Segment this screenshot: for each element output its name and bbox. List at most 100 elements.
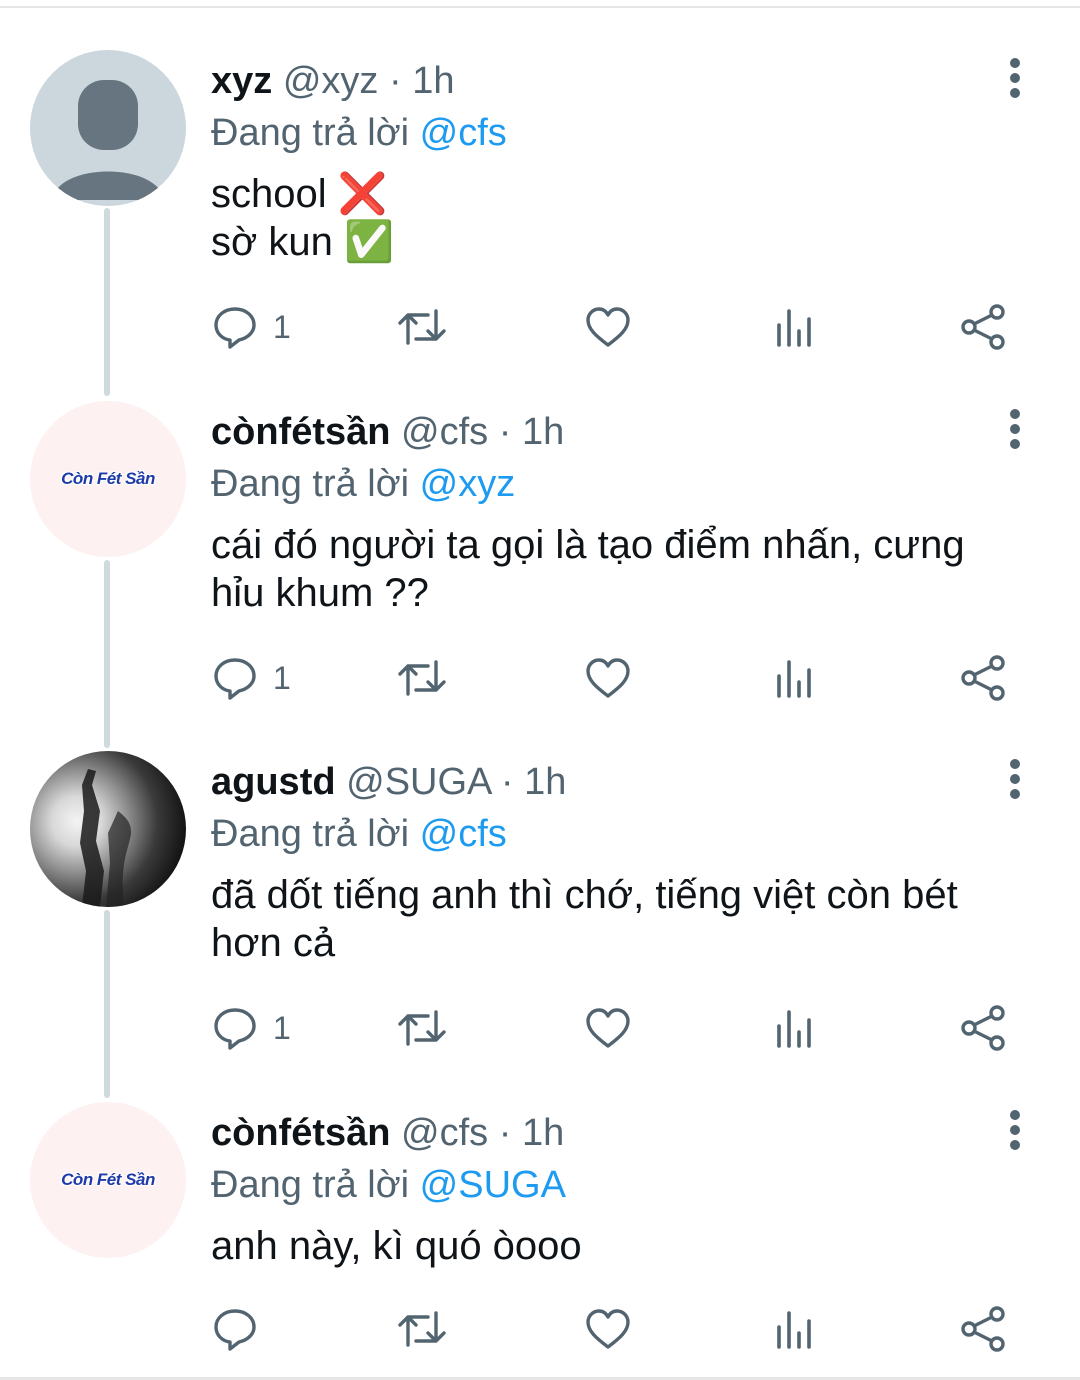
separator-dot: · xyxy=(498,411,512,453)
share-button[interactable] xyxy=(959,653,1007,703)
reply-icon xyxy=(214,307,256,349)
tweet-header: cònfétsần @cfs · 1h xyxy=(211,1110,564,1156)
reply-button[interactable]: 1 xyxy=(211,302,291,352)
action-bar: 1 xyxy=(211,1003,1011,1053)
analytics-button[interactable] xyxy=(773,302,817,352)
separator-dot: · xyxy=(500,761,514,803)
retweet-button[interactable] xyxy=(396,1003,448,1053)
separator-dot: · xyxy=(498,1112,512,1154)
tweet-text-line: hơn cả xyxy=(211,921,336,965)
share-icon xyxy=(961,304,1005,350)
tweet-text-line: cái đó người ta gọi là tạo điểm nhấn, cư… xyxy=(211,523,965,567)
tweet-text-line: school ❌ xyxy=(211,172,388,216)
reply-count: 1 xyxy=(273,1009,291,1046)
replying-prefix: Đang trả lời xyxy=(211,1164,410,1206)
more-options-icon[interactable] xyxy=(1000,1110,1030,1150)
like-button[interactable] xyxy=(584,302,632,352)
analytics-button[interactable] xyxy=(773,1304,817,1354)
person-silhouette-icon xyxy=(80,769,132,907)
avatar[interactable]: Còn Fét Sần xyxy=(30,401,186,557)
like-icon xyxy=(586,1309,630,1349)
tweet[interactable]: Còn Fét Sần cònfétsần @cfs · 1h Đang trả… xyxy=(0,401,1080,731)
reply-icon xyxy=(214,1008,256,1050)
reply-button[interactable]: 1 xyxy=(211,1003,291,1053)
retweet-button[interactable] xyxy=(396,302,448,352)
mention-link[interactable]: @cfs xyxy=(420,813,507,855)
avatar-logo-text: Còn Fét Sần xyxy=(61,1170,155,1189)
action-bar: 1 xyxy=(211,653,1011,703)
analytics-icon xyxy=(777,1311,811,1349)
analytics-button[interactable] xyxy=(773,1003,817,1053)
tweet-text: anh này, kì quó òooo xyxy=(211,1222,1011,1270)
share-icon xyxy=(961,1306,1005,1352)
like-icon xyxy=(586,1008,630,1048)
replying-prefix: Đang trả lời xyxy=(211,813,410,855)
timestamp[interactable]: 1h xyxy=(412,60,454,102)
replying-prefix: Đang trả lời xyxy=(211,112,410,154)
tweet-text: cái đó người ta gọi là tạo điểm nhấn, cư… xyxy=(211,521,1011,617)
timestamp[interactable]: 1h xyxy=(522,1112,564,1154)
like-icon xyxy=(586,658,630,698)
display-name[interactable]: agustd xyxy=(211,761,336,803)
share-icon xyxy=(961,1005,1005,1051)
reply-button[interactable]: 1 xyxy=(211,653,291,703)
share-button[interactable] xyxy=(959,1304,1007,1354)
share-icon xyxy=(961,655,1005,701)
analytics-icon xyxy=(777,309,811,347)
retweet-icon xyxy=(398,1311,446,1347)
replying-prefix: Đang trả lời xyxy=(211,463,410,505)
tweet-header: agustd @SUGA · 1h xyxy=(211,759,566,805)
avatar[interactable] xyxy=(30,751,186,907)
timestamp[interactable]: 1h xyxy=(522,411,564,453)
reply-button[interactable] xyxy=(211,1304,273,1354)
tweet-text-line: sờ kun ✅ xyxy=(211,220,394,264)
tweet-text-line: anh này, kì quó òooo xyxy=(211,1224,582,1268)
replying-to: Đang trả lời @SUGA xyxy=(211,1162,566,1208)
mention-link[interactable]: @xyz xyxy=(420,463,516,505)
display-name[interactable]: cònfétsần xyxy=(211,411,390,453)
mention-link[interactable]: @SUGA xyxy=(420,1164,566,1206)
analytics-icon xyxy=(777,1010,811,1048)
tweet-text-line: đã dốt tiếng anh thì chớ, tiếng việt còn… xyxy=(211,873,958,917)
replying-to: Đang trả lời @cfs xyxy=(211,811,507,857)
timestamp[interactable]: 1h xyxy=(524,761,566,803)
share-button[interactable] xyxy=(959,1003,1007,1053)
avatar[interactable] xyxy=(30,50,186,206)
retweet-icon xyxy=(398,309,446,345)
more-options-icon[interactable] xyxy=(1000,409,1030,449)
like-icon xyxy=(586,307,630,347)
tweet-header: xyz @xyz · 1h xyxy=(211,58,454,104)
like-button[interactable] xyxy=(584,653,632,703)
reply-icon xyxy=(214,1309,256,1351)
display-name[interactable]: xyz xyxy=(211,60,272,102)
default-avatar-icon xyxy=(52,80,164,200)
tweet-header: cònfétsần @cfs · 1h xyxy=(211,409,564,455)
tweet[interactable]: agustd @SUGA · 1h Đang trả lời @cfs đã d… xyxy=(0,751,1080,1081)
display-name[interactable]: cònfétsần xyxy=(211,1112,390,1154)
retweet-icon xyxy=(398,1010,446,1046)
user-handle[interactable]: @SUGA xyxy=(346,761,490,803)
tweet-text: school ❌ sờ kun ✅ xyxy=(211,170,1011,266)
tweet[interactable]: Còn Fét Sần cònfétsần @cfs · 1h Đang trả… xyxy=(0,1102,1080,1380)
retweet-button[interactable] xyxy=(396,1304,448,1354)
action-bar: 1 xyxy=(211,302,1011,352)
more-options-icon[interactable] xyxy=(1000,759,1030,799)
avatar[interactable]: Còn Fét Sần xyxy=(30,1102,186,1258)
like-button[interactable] xyxy=(584,1003,632,1053)
more-options-icon[interactable] xyxy=(1000,58,1030,98)
user-handle[interactable]: @xyz xyxy=(283,60,379,102)
top-divider xyxy=(0,6,1080,8)
user-handle[interactable]: @cfs xyxy=(401,1112,488,1154)
tweet-text-line: hỉu khum ?? xyxy=(211,571,429,615)
share-button[interactable] xyxy=(959,302,1007,352)
mention-link[interactable]: @cfs xyxy=(420,112,507,154)
analytics-icon xyxy=(777,660,811,698)
like-button[interactable] xyxy=(584,1304,632,1354)
retweet-button[interactable] xyxy=(396,653,448,703)
replying-to: Đang trả lời @cfs xyxy=(211,110,507,156)
tweet[interactable]: xyz @xyz · 1h Đang trả lời @cfs school ❌… xyxy=(0,50,1080,380)
analytics-button[interactable] xyxy=(773,653,817,703)
avatar-logo-text: Còn Fét Sần xyxy=(61,469,155,488)
user-handle[interactable]: @cfs xyxy=(401,411,488,453)
action-bar xyxy=(211,1304,1011,1354)
